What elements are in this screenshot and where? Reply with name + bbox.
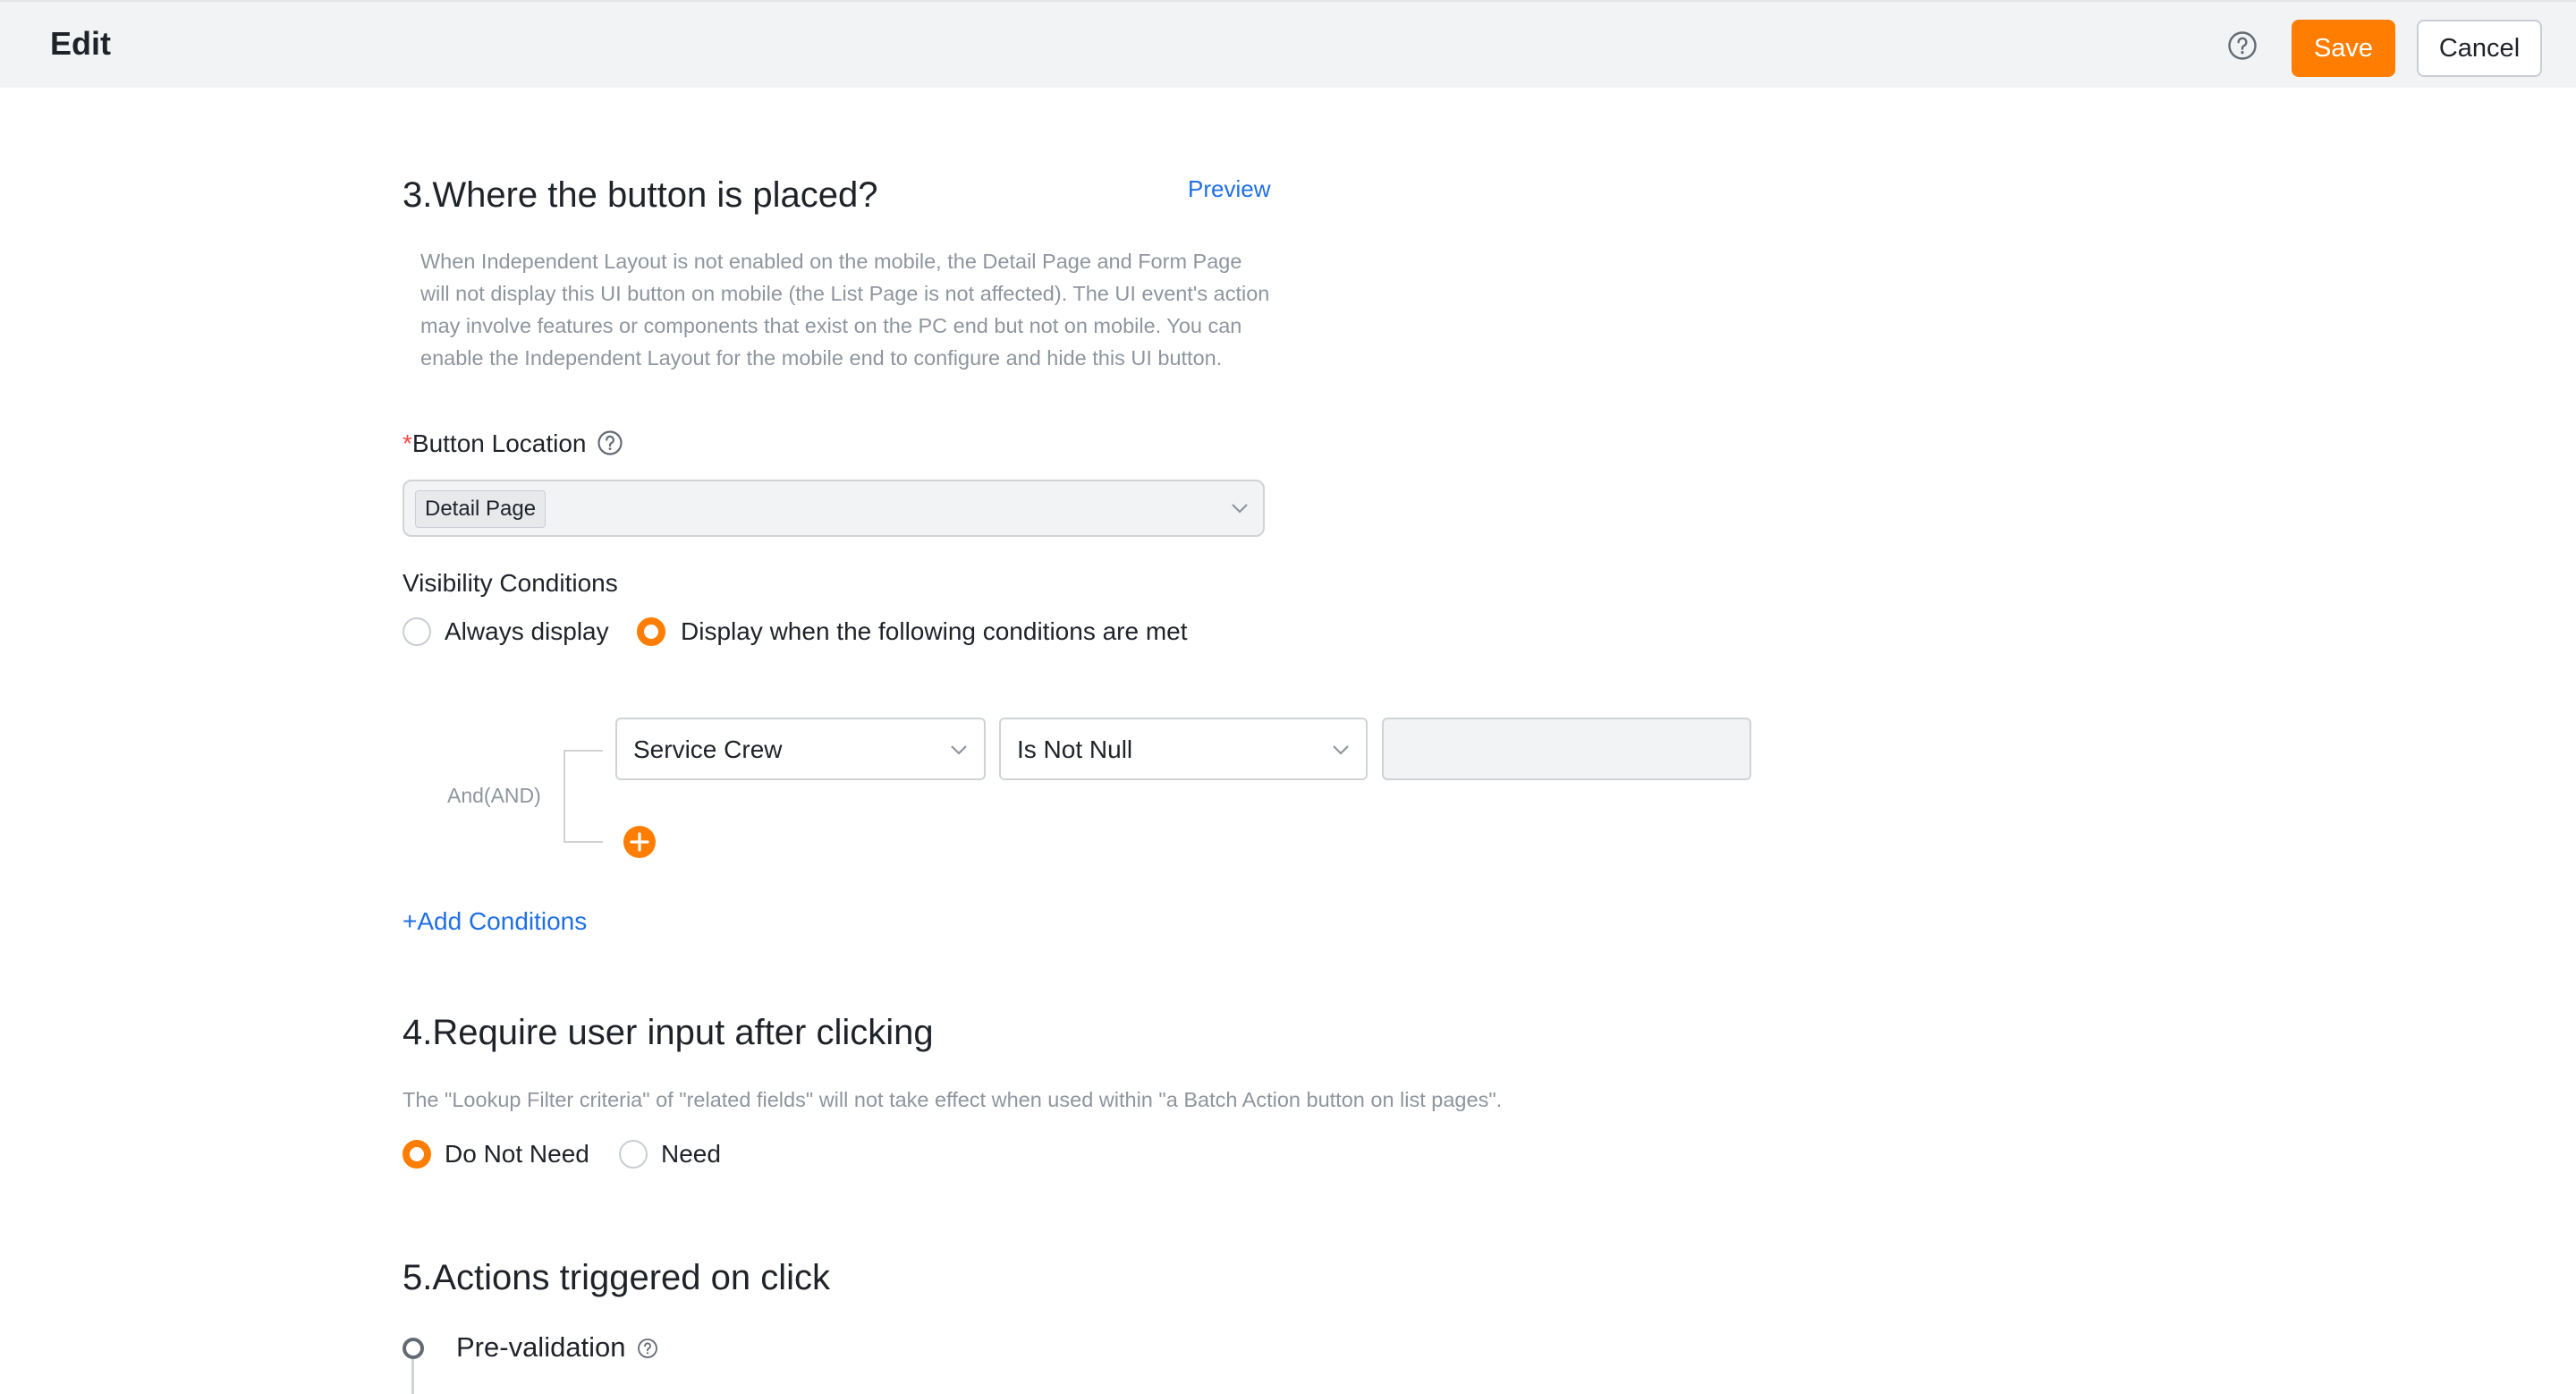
condition-bracket [564,750,603,843]
question-circle-icon[interactable] [597,429,623,456]
section-5-title: 5.Actions triggered on click [402,1258,831,1297]
button-location-select[interactable]: Detail Page [402,480,1265,537]
condition-value-input [1382,718,1751,780]
required-mark: * [402,429,412,457]
lookup-filter-hint: The "Lookup Filter criteria" of "related… [402,1088,1503,1111]
add-conditions-link[interactable]: +Add Conditions [402,907,587,936]
logic-and-label: And(AND) [447,784,541,807]
do-not-need-label[interactable]: Do Not Need [445,1140,589,1169]
conditional-display-radio[interactable] [637,617,665,646]
section-4-title: 4.Require user input after clicking [402,1013,934,1052]
question-circle-icon[interactable] [637,1338,658,1359]
selected-tag-detail-page: Detail Page [415,490,547,528]
add-condition-row-button[interactable] [623,826,656,858]
always-display-radio[interactable] [402,617,431,646]
do-not-need-radio[interactable] [402,1140,431,1169]
cancel-button[interactable]: Cancel [2417,20,2542,77]
chevron-down-icon [1333,745,1349,755]
visibility-conditions-label: Visibility Conditions [402,569,618,597]
always-display-label[interactable]: Always display [445,617,609,646]
mobile-layout-notice: When Independent Layout is not enabled o… [420,250,1270,370]
conditional-display-label[interactable]: Display when the following conditions ar… [681,617,1188,646]
button-location-label-text: Button Location [411,429,587,457]
pre-validation-step-label: Pre-validation [456,1331,626,1363]
section-3-title: 3.Where the button is placed? [402,175,878,215]
page-header: Edit Save Cancel [0,0,2576,88]
need-label[interactable]: Need [661,1140,721,1169]
chevron-down-icon [1232,504,1248,514]
button-location-label: *Button Location [402,429,587,458]
condition-operator-select[interactable]: Is Not Null [999,718,1368,780]
save-button[interactable]: Save [2292,20,2395,77]
plus-icon [630,832,649,852]
condition-operator-value: Is Not Null [1017,735,1133,763]
condition-field-value: Service Crew [633,735,783,763]
need-radio[interactable] [619,1140,648,1169]
timeline-step-dot [402,1338,424,1359]
page-title: Edit [50,25,111,62]
preview-link[interactable]: Preview [1188,175,1270,203]
question-circle-icon[interactable] [2227,30,2258,61]
condition-field-select[interactable]: Service Crew [615,718,986,780]
chevron-down-icon [951,745,967,755]
timeline-connector [411,1359,414,1394]
